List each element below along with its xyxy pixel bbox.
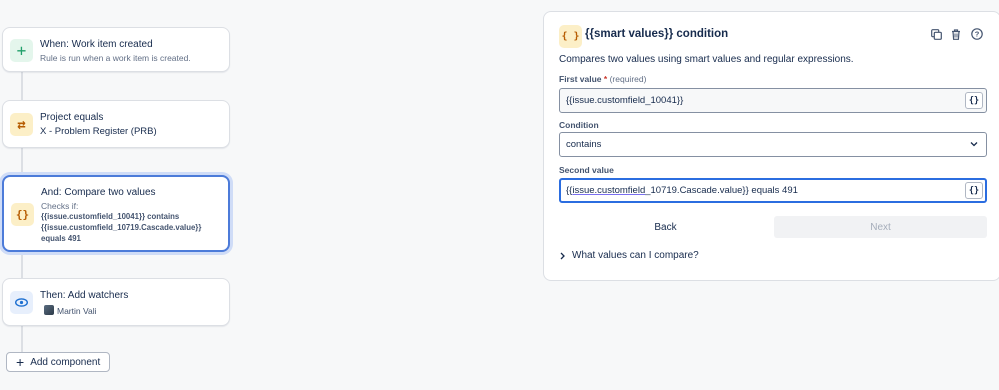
help-icon[interactable]: ? bbox=[970, 27, 984, 41]
add-component-label: Add component bbox=[30, 356, 101, 368]
duplicate-icon[interactable] bbox=[929, 27, 943, 41]
first-value-input[interactable]: {{issue.customfield_10041}} {} bbox=[559, 88, 987, 113]
compare-condition-line2: {{issue.customfield_10719.Cascade.value}… bbox=[41, 223, 202, 232]
panel-title: {{smart values}} condition bbox=[585, 28, 729, 40]
trigger-title: When: Work item created bbox=[40, 39, 153, 50]
back-button[interactable]: Back bbox=[559, 216, 772, 238]
condition-label: Condition bbox=[559, 120, 599, 130]
project-condition-value: X - Problem Register (PRB) bbox=[40, 126, 157, 137]
svg-text:?: ? bbox=[975, 30, 980, 39]
braces-icon: {} bbox=[11, 203, 34, 226]
chevron-down-icon bbox=[970, 142, 978, 147]
second-value-input[interactable]: {{issue.customfield_10719.Cascade.value}… bbox=[559, 178, 987, 203]
expander-label: What values can I compare? bbox=[572, 250, 699, 261]
connector-line bbox=[21, 326, 23, 352]
eye-icon bbox=[10, 291, 33, 314]
connector-line bbox=[21, 252, 23, 278]
trigger-subtitle: Rule is run when a work item is created. bbox=[40, 53, 191, 63]
compare-condition-line3: equals 491 bbox=[41, 234, 81, 243]
braces-icon: { } bbox=[559, 25, 582, 48]
required-hint: (required) bbox=[609, 74, 647, 84]
condition-select[interactable]: contains bbox=[559, 132, 987, 157]
plus-icon: + bbox=[10, 39, 33, 62]
plus-icon: + bbox=[16, 354, 25, 370]
first-value-text: {{issue.customfield_10041}} bbox=[566, 95, 684, 106]
project-condition-title: Project equals bbox=[40, 112, 104, 123]
add-watchers-card[interactable]: Then: Add watchers Martin Vali bbox=[2, 278, 230, 326]
next-button[interactable]: Next bbox=[774, 216, 987, 238]
what-values-expander[interactable]: What values can I compare? bbox=[559, 250, 699, 261]
condition-panel: { } {{smart values}} condition ? Compare… bbox=[543, 11, 999, 281]
project-condition-card[interactable]: ⇄ Project equals X - Problem Register (P… bbox=[2, 100, 230, 148]
watcher-user: Martin Vali bbox=[40, 305, 97, 316]
condition-value: contains bbox=[566, 139, 602, 150]
compare-condition-title: And: Compare two values bbox=[41, 187, 156, 198]
trigger-card[interactable]: + When: Work item created Rule is run wh… bbox=[2, 27, 230, 72]
second-value-label: Second value bbox=[559, 165, 614, 175]
connector-line bbox=[21, 72, 23, 100]
smart-value-picker-button[interactable]: {} bbox=[965, 182, 983, 199]
panel-description: Compares two values using smart values a… bbox=[559, 54, 854, 65]
compare-condition-checks-label: Checks if: bbox=[41, 201, 79, 211]
smart-value-picker-button[interactable]: {} bbox=[965, 92, 983, 109]
watcher-name: Martin Vali bbox=[57, 306, 97, 316]
delete-icon[interactable] bbox=[949, 27, 963, 41]
compare-condition-card[interactable]: {} And: Compare two values Checks if: {{… bbox=[2, 175, 230, 252]
add-watchers-title: Then: Add watchers bbox=[40, 290, 129, 301]
avatar bbox=[44, 305, 54, 315]
compare-condition-line1: {{issue.customfield_10041}} contains bbox=[41, 212, 180, 221]
required-mark: * bbox=[603, 74, 608, 84]
swap-arrows-icon: ⇄ bbox=[10, 113, 33, 136]
add-component-button[interactable]: + Add component bbox=[6, 352, 110, 372]
chevron-right-icon bbox=[560, 252, 565, 259]
second-value-text: {{issue.customfield_10719.Cascade.value}… bbox=[566, 185, 798, 196]
first-value-label: First value * (required) bbox=[559, 74, 647, 84]
connector-line bbox=[21, 148, 23, 175]
